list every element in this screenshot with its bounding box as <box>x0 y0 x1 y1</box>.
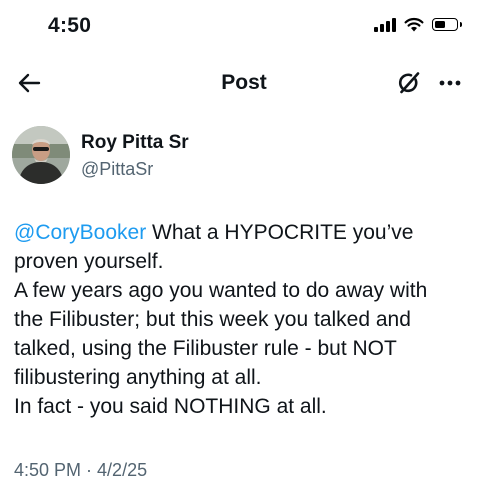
status-time: 4:50 <box>48 14 92 37</box>
post-text-line: @CoryBooker What a HYPOCRITE you’ve <box>14 218 476 247</box>
cellular-signal-icon <box>374 17 396 32</box>
meta-separator: · <box>81 460 98 480</box>
mention-link[interactable]: @CoryBooker <box>14 221 146 244</box>
post-text-line: the Filibuster; but this week you talked… <box>14 308 411 331</box>
status-icons <box>374 17 462 32</box>
author-display-name[interactable]: Roy Pitta Sr <box>81 132 189 154</box>
grok-icon <box>398 72 420 94</box>
post-time: 4:50 PM <box>14 460 82 480</box>
post-text-line: talked, using the Filibuster rule - but … <box>14 337 397 360</box>
grok-button[interactable] <box>394 68 424 98</box>
post-timestamp: 4:50 PM · 4/2/25 <box>14 460 147 481</box>
wifi-icon <box>404 17 424 32</box>
post-text-line: In fact - you said NOTHING at all. <box>14 395 327 418</box>
post-text-line: A few years ago you wanted to do away wi… <box>14 279 428 302</box>
avatar[interactable] <box>12 126 70 184</box>
battery-icon <box>432 18 462 31</box>
post-text-line: proven yourself. <box>14 250 164 273</box>
more-button[interactable] <box>432 68 468 98</box>
post-date: 4/2/25 <box>97 460 148 480</box>
author-handle[interactable]: @PittaSr <box>81 159 153 180</box>
post-text-segment: What a HYPOCRITE you’ve <box>146 221 414 244</box>
more-horizontal-icon <box>439 80 461 86</box>
post-text: @CoryBooker What a HYPOCRITE you’ve prov… <box>14 218 476 421</box>
status-bar: 4:50 <box>0 0 488 56</box>
post-text-line: filibustering anything at all. <box>14 366 262 389</box>
navigation-bar: Post <box>0 60 488 106</box>
